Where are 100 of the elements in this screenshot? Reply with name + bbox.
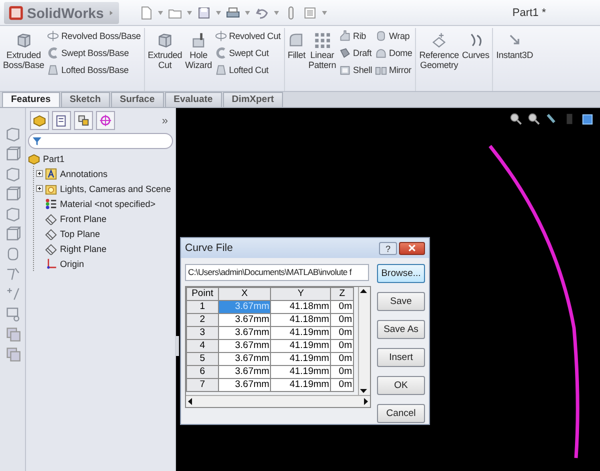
plane-icon[interactable]	[45, 242, 57, 254]
document-icon[interactable]	[138, 6, 153, 20]
ribbon-button[interactable]: Extruded Boss/Base	[2, 28, 46, 91]
ribbon-button[interactable]: Reference Geometry	[418, 28, 460, 91]
dialog-button[interactable]: Browse...	[377, 264, 425, 283]
box-icon[interactable]	[16, 32, 32, 48]
box-icon[interactable]	[4, 186, 20, 202]
dialog-button[interactable]: Save As	[377, 320, 425, 339]
table-cell[interactable]: 41.19mm	[270, 378, 331, 392]
scroll-up-icon[interactable]	[359, 287, 368, 296]
ribbon-button[interactable]: Linear Pattern	[307, 28, 338, 91]
rib-icon[interactable]	[339, 30, 352, 42]
ribbon-button[interactable]: Dome	[374, 45, 414, 60]
help-button[interactable]: ?	[379, 242, 397, 254]
origin-icon[interactable]	[45, 258, 57, 270]
caret-icon[interactable]	[244, 10, 250, 14]
table-cell[interactable]: 3.67mm	[218, 340, 271, 352]
tree-item[interactable]: Front Plane	[59, 214, 108, 224]
tree-item[interactable]: Material <not specified>	[59, 198, 157, 208]
ribbon-button[interactable]: Fillet	[286, 28, 306, 91]
copy-icon[interactable]	[4, 326, 20, 342]
expand-icon[interactable]	[36, 185, 43, 192]
box-icon[interactable]	[156, 32, 173, 48]
table-cell[interactable]: 3.67mm	[218, 366, 271, 378]
ribbon-button[interactable]: Wrap	[374, 28, 414, 43]
table-cell[interactable]: 41.18mm	[270, 314, 331, 326]
smart-dimension-icon[interactable]	[4, 286, 20, 302]
tab[interactable]: Surface	[110, 92, 164, 107]
panel-grip[interactable]	[176, 336, 179, 356]
tab[interactable]: Sketch	[60, 92, 110, 107]
tab[interactable]: Features	[2, 92, 60, 107]
dialog-button[interactable]: OK	[377, 376, 425, 395]
box-icon[interactable]	[4, 166, 20, 182]
zoom-icon[interactable]	[527, 112, 540, 125]
box-icon[interactable]	[4, 226, 20, 242]
tree-item[interactable]: Origin	[59, 258, 86, 268]
ribbon-button[interactable]: Swept Cut	[214, 45, 282, 60]
tree-item[interactable]: Right Plane	[59, 244, 108, 254]
dialog-button[interactable]: Cancel	[377, 404, 425, 423]
logo-icon[interactable]	[8, 4, 24, 20]
plane-icon[interactable]	[431, 32, 448, 48]
dome-icon[interactable]	[375, 46, 388, 58]
dialog-button[interactable]: Save	[377, 292, 425, 311]
loft-icon[interactable]	[214, 64, 227, 76]
save-icon[interactable]	[196, 6, 211, 20]
filter-field[interactable]	[28, 133, 173, 149]
loft-icon[interactable]	[47, 64, 60, 76]
ribbon-button[interactable]: Draft	[338, 45, 374, 60]
close-button[interactable]	[399, 242, 425, 254]
box-icon[interactable]	[4, 146, 20, 162]
material-icon[interactable]	[45, 198, 57, 210]
ribbon-button[interactable]: Lofted Boss/Base	[46, 62, 142, 77]
cylinder-icon[interactable]	[375, 30, 388, 42]
printer-icon[interactable]	[226, 6, 240, 20]
fillet-icon[interactable]	[288, 32, 304, 48]
draft-icon[interactable]	[339, 46, 352, 58]
tab[interactable]: Evaluate	[164, 92, 222, 107]
tab[interactable]: DimXpert	[222, 92, 283, 107]
table-cell[interactable]: 41.19mm	[270, 352, 331, 366]
tree-item[interactable]: Part1	[42, 154, 66, 164]
ribbon-button[interactable]: Hole Wizard	[184, 28, 213, 91]
table-cell[interactable]: 41.19mm	[270, 340, 331, 352]
ribbon-button[interactable]: Rib	[338, 28, 374, 43]
ribbon-button[interactable]: Swept Boss/Base	[46, 45, 142, 60]
display-style-icon[interactable]	[581, 112, 594, 125]
ribbon-button[interactable]: Revolved Cut	[214, 28, 282, 43]
ribbon-button[interactable]: Curves	[460, 28, 490, 91]
caret-icon[interactable]	[322, 10, 327, 14]
ribbon-button[interactable]: Lofted Cut	[214, 62, 282, 77]
table-cell[interactable]: 3.67mm	[218, 352, 271, 366]
ribbon-button[interactable]: Extruded Cut	[146, 28, 184, 91]
ribbon-button[interactable]: Instant3D	[495, 28, 534, 91]
tree-item[interactable]: Annotations	[59, 168, 109, 178]
shell-icon[interactable]	[339, 64, 352, 76]
plane-icon[interactable]	[45, 212, 57, 224]
filter-icon[interactable]	[32, 136, 42, 146]
expand-icon[interactable]	[36, 170, 43, 177]
table-cell[interactable]: 3.67mm	[218, 314, 271, 326]
sweep-icon[interactable]	[214, 46, 227, 58]
sweep-icon[interactable]	[47, 46, 60, 58]
overflow-button[interactable]: »	[158, 114, 171, 126]
ribbon-button[interactable]: Mirror	[374, 62, 414, 77]
table-cell[interactable]: 41.19mm	[270, 366, 331, 378]
relation-icon[interactable]	[4, 306, 20, 322]
tree-item[interactable]: Lights, Cameras and Scene	[59, 184, 172, 194]
path-field[interactable]: C:\Users\admin\Documents\MATLAB\involute f	[185, 264, 369, 281]
dialog-button[interactable]: Insert	[377, 348, 425, 367]
revolve-icon[interactable]	[47, 30, 60, 42]
scroll-left-icon[interactable]	[186, 397, 195, 406]
ribbon-button[interactable]: Revolved Boss/Base	[46, 28, 142, 43]
plane-icon[interactable]	[45, 228, 57, 240]
scroll-right-icon[interactable]	[361, 397, 370, 406]
property-icon[interactable]	[55, 114, 68, 127]
ribbon-button[interactable]: Shell	[338, 62, 374, 77]
drill-icon[interactable]	[190, 32, 207, 48]
table-cell[interactable]: 41.19mm	[270, 326, 331, 340]
close-icon[interactable]	[407, 243, 417, 253]
target-icon[interactable]	[99, 114, 112, 127]
sketch-icon[interactable]	[4, 266, 20, 282]
zoom-icon[interactable]	[509, 112, 522, 125]
